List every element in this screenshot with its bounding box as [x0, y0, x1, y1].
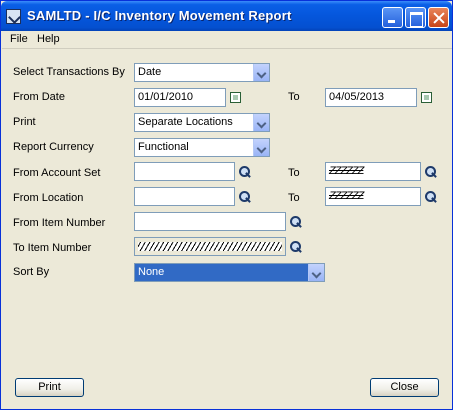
chevron-down-icon[interactable]	[253, 114, 269, 131]
to-account-set-field[interactable]: ZZZZZZ	[325, 162, 421, 181]
to-location-field[interactable]: ZZZZZZ	[325, 187, 421, 206]
to-date-field[interactable]: 04/05/2013	[325, 88, 417, 107]
select-transactions-by-value: Date	[138, 66, 162, 78]
finder-icon[interactable]	[289, 240, 303, 254]
from-item-number-label: From Item Number	[13, 217, 106, 229]
sort-by-value: None	[138, 266, 165, 278]
sort-by-label: Sort By	[13, 266, 50, 278]
to-item-number-label: To Item Number	[13, 242, 92, 254]
menu-file[interactable]: File	[10, 33, 28, 45]
finder-icon[interactable]	[424, 165, 438, 179]
menu-bar: File Help	[2, 31, 452, 49]
from-location-field[interactable]	[134, 187, 235, 206]
select-transactions-by-label: Select Transactions By	[13, 66, 125, 78]
print-button[interactable]: Print	[15, 378, 84, 397]
from-date-label: From Date	[13, 91, 65, 103]
report-window: SAMLTD - I/C Inventory Movement Report F…	[0, 0, 453, 410]
minimize-icon[interactable]	[382, 7, 403, 28]
title-bar[interactable]: SAMLTD - I/C Inventory Movement Report	[1, 1, 452, 31]
report-currency-value: Functional	[138, 141, 189, 153]
calendar-icon[interactable]	[421, 92, 432, 103]
maximize-icon[interactable]	[405, 7, 426, 28]
from-date-field[interactable]: 01/01/2010	[134, 88, 226, 107]
chevron-down-icon[interactable]	[308, 264, 324, 281]
to-account-set-label: To	[288, 167, 300, 179]
from-location-label: From Location	[13, 192, 84, 204]
sort-by-dropdown[interactable]: None	[134, 263, 325, 282]
print-value: Separate Locations	[138, 116, 233, 128]
chevron-down-icon[interactable]	[253, 64, 269, 81]
print-dropdown[interactable]: Separate Locations	[134, 113, 270, 132]
report-currency-label: Report Currency	[13, 141, 94, 153]
calendar-icon[interactable]	[230, 92, 241, 103]
finder-icon[interactable]	[238, 190, 252, 204]
to-location-label: To	[288, 192, 300, 204]
finder-icon[interactable]	[289, 215, 303, 229]
menu-help[interactable]: Help	[37, 33, 60, 45]
finder-icon[interactable]	[424, 190, 438, 204]
to-date-label: To	[288, 91, 300, 103]
from-account-set-field[interactable]	[134, 162, 235, 181]
to-item-number-field[interactable]	[134, 237, 286, 256]
app-icon[interactable]	[6, 9, 21, 24]
to-account-set-value: ZZZZZZ	[329, 165, 364, 177]
print-label: Print	[13, 116, 36, 128]
window-title: SAMLTD - I/C Inventory Movement Report	[27, 8, 292, 23]
close-window-icon[interactable]	[428, 7, 449, 28]
finder-icon[interactable]	[238, 165, 252, 179]
report-currency-dropdown[interactable]: Functional	[134, 138, 270, 157]
from-item-number-field[interactable]	[134, 212, 286, 231]
chevron-down-icon[interactable]	[253, 139, 269, 156]
from-account-set-label: From Account Set	[13, 167, 101, 179]
to-location-value: ZZZZZZ	[329, 190, 364, 202]
close-button[interactable]: Close	[370, 378, 439, 397]
select-transactions-by-dropdown[interactable]: Date	[134, 63, 270, 82]
